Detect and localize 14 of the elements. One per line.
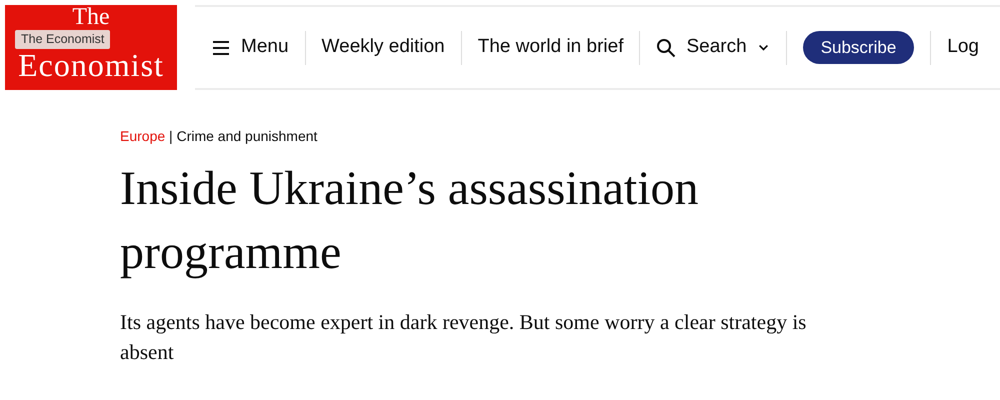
logo[interactable]: The The Economist Economist [5, 5, 177, 90]
search-icon [656, 38, 676, 58]
nav-link[interactable]: Weekly edition [306, 33, 461, 62]
search-button[interactable]: Search [640, 33, 786, 62]
nav-link[interactable]: The world in brief [462, 33, 640, 62]
nav-link[interactable]: Log [931, 33, 995, 62]
menu-button[interactable]: Menu [195, 33, 305, 62]
headline: Inside Ukraine’s assassination programme [120, 161, 700, 281]
standfirst: Its agents have become expert in dark revenge. But some worry a clear strategy is absent [120, 309, 808, 366]
separator: | [168, 128, 174, 144]
tooltip: The Economist [15, 30, 110, 49]
topic-label: Crime and punishment [176, 128, 318, 144]
subscribe-button[interactable]: Subscribe [802, 30, 914, 64]
section-link[interactable]: Europe [120, 128, 166, 144]
